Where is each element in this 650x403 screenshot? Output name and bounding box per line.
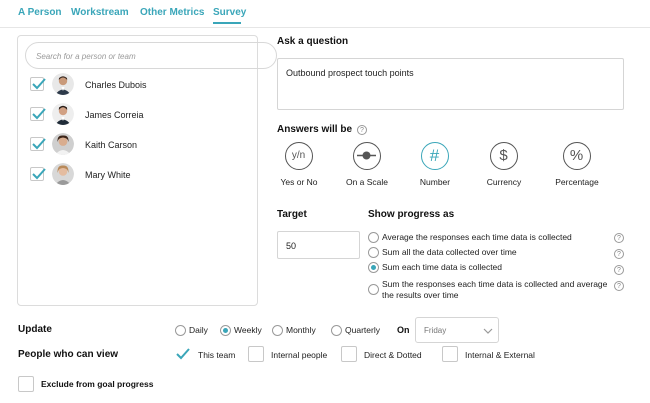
update-radio-daily[interactable] [175, 325, 186, 336]
avatar [52, 163, 74, 185]
viewer-checkbox-internal-people[interactable] [248, 346, 264, 362]
tab-workstream[interactable]: Workstream [71, 7, 129, 18]
viewers-label: People who can view [18, 349, 119, 360]
progress-radio-sum-each[interactable] [368, 262, 379, 273]
question-label: Ask a question [277, 36, 349, 47]
person-checkbox[interactable] [30, 77, 46, 91]
search-input[interactable]: Search for a person or team [25, 42, 277, 69]
update-radio-weekly[interactable] [220, 325, 231, 336]
check-icon [32, 168, 46, 180]
help-icon[interactable]: ? [357, 125, 367, 135]
check-icon [176, 348, 190, 360]
viewer-option-label: Internal & External [465, 350, 535, 360]
help-icon[interactable]: ? [614, 281, 624, 291]
answer-number[interactable]: # Number [400, 142, 470, 190]
progress-option-label: Sum all the data collected over time [382, 247, 517, 257]
tab-divider [0, 27, 650, 28]
question-value: Outbound prospect touch points [286, 68, 414, 78]
day-select[interactable]: Friday [415, 317, 499, 343]
search-placeholder: Search for a person or team [36, 52, 136, 61]
answer-label: Currency [486, 177, 522, 187]
viewer-checkbox-internal-external[interactable] [442, 346, 458, 362]
answer-on-a-scale[interactable]: On a Scale [332, 142, 402, 190]
help-icon[interactable]: ? [614, 233, 624, 243]
progress-radio-sum-average[interactable] [368, 284, 379, 295]
on-label: On [397, 325, 410, 335]
person-name: Mary White [85, 170, 131, 180]
dollar-icon: $ [490, 142, 518, 170]
tab-a-person[interactable]: A Person [18, 7, 62, 18]
progress-radio-sum-all[interactable] [368, 247, 379, 258]
answer-label: Number [419, 177, 451, 187]
update-option-label: Weekly [234, 325, 262, 335]
yes-no-icon: y/n [285, 142, 313, 170]
hash-icon: # [421, 142, 449, 170]
answer-label: Yes or No [280, 177, 318, 187]
person-name: Charles Dubois [85, 80, 147, 90]
answer-label: On a Scale [345, 177, 389, 187]
exclude-label: Exclude from goal progress [41, 379, 154, 389]
target-label: Target [277, 209, 307, 220]
help-icon[interactable]: ? [614, 249, 624, 259]
avatar [52, 103, 74, 125]
person-checkbox[interactable] [30, 167, 46, 181]
help-icon[interactable]: ? [614, 265, 624, 275]
answers-label: Answers will be [277, 124, 353, 135]
answer-label: Percentage [555, 177, 599, 187]
target-input[interactable]: 50 [277, 231, 360, 259]
progress-option-label: Average the responses each time data is … [382, 232, 572, 242]
answer-currency[interactable]: $ Currency [469, 142, 539, 190]
update-option-label: Quarterly [345, 325, 380, 335]
tab-survey[interactable]: Survey [213, 7, 246, 18]
question-input[interactable]: Outbound prospect touch points [277, 58, 624, 110]
person-checkbox[interactable] [30, 137, 46, 151]
update-option-label: Daily [189, 325, 208, 335]
viewer-checkbox-this-team[interactable] [175, 346, 191, 362]
avatar [52, 133, 74, 155]
person-row[interactable]: Mary White [26, 163, 256, 186]
active-tab-indicator [213, 22, 241, 24]
update-label: Update [18, 324, 52, 335]
target-value: 50 [286, 241, 297, 251]
tab-other-metrics[interactable]: Other Metrics [140, 7, 204, 18]
progress-radio-average[interactable] [368, 232, 379, 243]
person-row[interactable]: James Correia [26, 103, 256, 126]
person-name: James Correia [85, 110, 144, 120]
answer-yes-no[interactable]: y/n Yes or No [264, 142, 334, 190]
percent-icon: % [563, 142, 591, 170]
check-icon [32, 108, 46, 120]
update-option-label: Monthly [286, 325, 316, 335]
avatar [52, 73, 74, 95]
progress-label: Show progress as [368, 209, 455, 220]
viewer-checkbox-direct-dotted[interactable] [341, 346, 357, 362]
day-value: Friday [424, 326, 447, 335]
person-name: Kaith Carson [85, 140, 138, 150]
viewer-option-label: This team [198, 350, 236, 360]
progress-option-label: Sum each time data is collected [382, 262, 503, 272]
answer-percentage[interactable]: % Percentage [542, 142, 612, 190]
check-icon [32, 78, 46, 90]
update-radio-quarterly[interactable] [331, 325, 342, 336]
check-icon [32, 138, 46, 150]
person-row[interactable]: Kaith Carson [26, 133, 256, 156]
scale-icon [353, 142, 381, 170]
person-checkbox[interactable] [30, 107, 46, 121]
progress-option-label: Sum the responses each time data is coll… [382, 279, 608, 300]
chevron-down-icon [483, 328, 493, 334]
update-radio-monthly[interactable] [272, 325, 283, 336]
exclude-checkbox[interactable] [18, 376, 34, 392]
viewer-option-label: Direct & Dotted [364, 350, 422, 360]
person-row[interactable]: Charles Dubois [26, 73, 256, 96]
viewer-option-label: Internal people [271, 350, 328, 360]
